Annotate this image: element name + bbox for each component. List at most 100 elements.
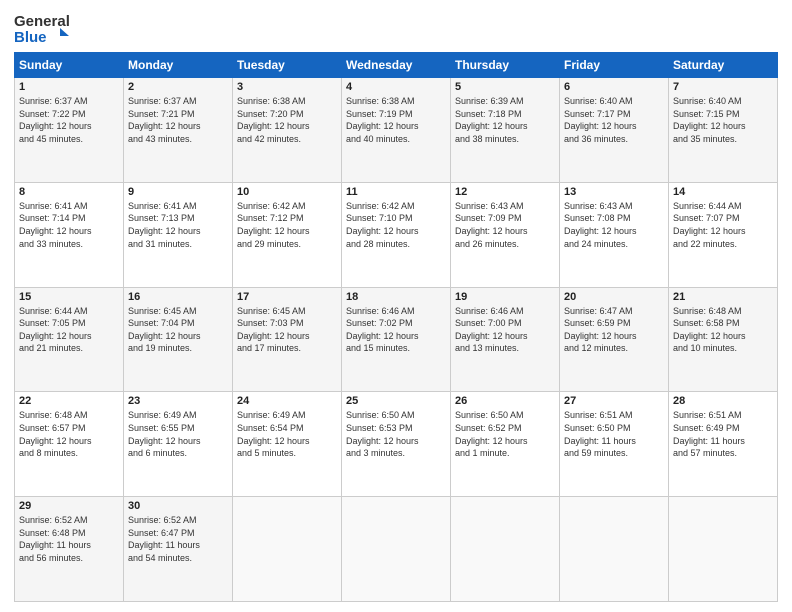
calendar-cell: 30Sunrise: 6:52 AM Sunset: 6:47 PM Dayli… — [124, 497, 233, 602]
calendar: SundayMondayTuesdayWednesdayThursdayFrid… — [14, 52, 778, 602]
day-info: Sunrise: 6:49 AM Sunset: 6:54 PM Dayligh… — [237, 409, 337, 459]
day-number: 10 — [237, 186, 337, 198]
day-number: 8 — [19, 186, 119, 198]
day-info: Sunrise: 6:38 AM Sunset: 7:19 PM Dayligh… — [346, 95, 446, 145]
calendar-col-header: Monday — [124, 53, 233, 78]
calendar-col-header: Tuesday — [233, 53, 342, 78]
day-info: Sunrise: 6:40 AM Sunset: 7:17 PM Dayligh… — [564, 95, 664, 145]
day-info: Sunrise: 6:42 AM Sunset: 7:10 PM Dayligh… — [346, 200, 446, 250]
calendar-week-row: 15 Sunrise: 6:44 AM Sunset: 7:05 PM Dayli… — [15, 287, 778, 392]
calendar-cell: 8 Sunrise: 6:41 AM Sunset: 7:14 PM Daylig… — [15, 182, 124, 287]
calendar-cell: 17 Sunrise: 6:45 AM Sunset: 7:03 PM Dayli… — [233, 287, 342, 392]
calendar-cell: 13 Sunrise: 6:43 AM Sunset: 7:08 PM Dayli… — [560, 182, 669, 287]
day-number: 27 — [564, 395, 664, 407]
day-info: Sunrise: 6:45 AM Sunset: 7:04 PM Dayligh… — [128, 305, 228, 355]
day-number: 4 — [346, 81, 446, 93]
day-number: 5 — [455, 81, 555, 93]
calendar-cell: 7 Sunrise: 6:40 AM Sunset: 7:15 PM Daylig… — [669, 78, 778, 183]
day-info: Sunrise: 6:52 AM Sunset: 6:48 PM Dayligh… — [19, 514, 119, 564]
calendar-cell: 3 Sunrise: 6:38 AM Sunset: 7:20 PM Daylig… — [233, 78, 342, 183]
calendar-col-header: Thursday — [451, 53, 560, 78]
calendar-header-row: SundayMondayTuesdayWednesdayThursdayFrid… — [15, 53, 778, 78]
calendar-cell: 27 Sunrise: 6:51 AM Sunset: 6:50 PM Dayli… — [560, 392, 669, 497]
day-info: Sunrise: 6:47 AM Sunset: 6:59 PM Dayligh… — [564, 305, 664, 355]
day-number: 13 — [564, 186, 664, 198]
day-number: 19 — [455, 291, 555, 303]
day-number: 7 — [673, 81, 773, 93]
calendar-week-row: 29 Sunrise: 6:52 AM Sunset: 6:48 PM Dayli… — [15, 497, 778, 602]
day-number: 30 — [128, 500, 228, 512]
day-number: 25 — [346, 395, 446, 407]
day-info: Sunrise: 6:42 AM Sunset: 7:12 PM Dayligh… — [237, 200, 337, 250]
calendar-cell: 24Sunrise: 6:49 AM Sunset: 6:54 PM Dayli… — [233, 392, 342, 497]
calendar-cell: 23 Sunrise: 6:49 AM Sunset: 6:55 PM Dayli… — [124, 392, 233, 497]
header: GeneralBlue — [14, 10, 778, 46]
calendar-cell: 29 Sunrise: 6:52 AM Sunset: 6:48 PM Dayli… — [15, 497, 124, 602]
calendar-week-row: 22 Sunrise: 6:48 AM Sunset: 6:57 PM Dayli… — [15, 392, 778, 497]
day-info: Sunrise: 6:48 AM Sunset: 6:57 PM Dayligh… — [19, 409, 119, 459]
day-info: Sunrise: 6:50 AM Sunset: 6:53 PM Dayligh… — [346, 409, 446, 459]
day-info: Sunrise: 6:46 AM Sunset: 7:02 PM Dayligh… — [346, 305, 446, 355]
day-number: 22 — [19, 395, 119, 407]
logo-svg: GeneralBlue — [14, 10, 72, 46]
calendar-cell: 12 Sunrise: 6:43 AM Sunset: 7:09 PM Dayli… — [451, 182, 560, 287]
day-number: 6 — [564, 81, 664, 93]
day-info: Sunrise: 6:46 AM Sunset: 7:00 PM Dayligh… — [455, 305, 555, 355]
day-number: 12 — [455, 186, 555, 198]
calendar-cell — [669, 497, 778, 602]
day-number: 28 — [673, 395, 773, 407]
calendar-cell: 10 Sunrise: 6:42 AM Sunset: 7:12 PM Dayli… — [233, 182, 342, 287]
svg-text:Blue: Blue — [14, 29, 47, 46]
calendar-cell: 16 Sunrise: 6:45 AM Sunset: 7:04 PM Dayli… — [124, 287, 233, 392]
day-info: Sunrise: 6:50 AM Sunset: 6:52 PM Dayligh… — [455, 409, 555, 459]
day-info: Sunrise: 6:44 AM Sunset: 7:05 PM Dayligh… — [19, 305, 119, 355]
day-number: 16 — [128, 291, 228, 303]
day-number: 1 — [19, 81, 119, 93]
calendar-cell — [233, 497, 342, 602]
day-info: Sunrise: 6:49 AM Sunset: 6:55 PM Dayligh… — [128, 409, 228, 459]
calendar-cell: 20 Sunrise: 6:47 AM Sunset: 6:59 PM Dayli… — [560, 287, 669, 392]
calendar-week-row: 1Sunrise: 6:37 AM Sunset: 7:22 PM Daylig… — [15, 78, 778, 183]
day-info: Sunrise: 6:45 AM Sunset: 7:03 PM Dayligh… — [237, 305, 337, 355]
calendar-cell: 11 Sunrise: 6:42 AM Sunset: 7:10 PM Dayli… — [342, 182, 451, 287]
svg-text:General: General — [14, 13, 70, 30]
day-number: 3 — [237, 81, 337, 93]
day-info: Sunrise: 6:39 AM Sunset: 7:18 PM Dayligh… — [455, 95, 555, 145]
calendar-cell: 4 Sunrise: 6:38 AM Sunset: 7:19 PM Daylig… — [342, 78, 451, 183]
day-number: 23 — [128, 395, 228, 407]
day-info: Sunrise: 6:41 AM Sunset: 7:14 PM Dayligh… — [19, 200, 119, 250]
day-number: 17 — [237, 291, 337, 303]
calendar-cell: 25 Sunrise: 6:50 AM Sunset: 6:53 PM Dayli… — [342, 392, 451, 497]
day-number: 20 — [564, 291, 664, 303]
day-info: Sunrise: 6:51 AM Sunset: 6:50 PM Dayligh… — [564, 409, 664, 459]
day-number: 2 — [128, 81, 228, 93]
calendar-col-header: Sunday — [15, 53, 124, 78]
calendar-cell: 22 Sunrise: 6:48 AM Sunset: 6:57 PM Dayli… — [15, 392, 124, 497]
calendar-col-header: Wednesday — [342, 53, 451, 78]
calendar-cell: 2Sunrise: 6:37 AM Sunset: 7:21 PM Daylig… — [124, 78, 233, 183]
calendar-cell: 19 Sunrise: 6:46 AM Sunset: 7:00 PM Dayli… — [451, 287, 560, 392]
calendar-cell — [560, 497, 669, 602]
day-info: Sunrise: 6:38 AM Sunset: 7:20 PM Dayligh… — [237, 95, 337, 145]
page: GeneralBlue SundayMondayTuesdayWednesday… — [0, 0, 792, 612]
calendar-cell: 6 Sunrise: 6:40 AM Sunset: 7:17 PM Daylig… — [560, 78, 669, 183]
day-number: 11 — [346, 186, 446, 198]
day-info: Sunrise: 6:44 AM Sunset: 7:07 PM Dayligh… — [673, 200, 773, 250]
day-info: Sunrise: 6:43 AM Sunset: 7:09 PM Dayligh… — [455, 200, 555, 250]
calendar-cell: 18Sunrise: 6:46 AM Sunset: 7:02 PM Dayli… — [342, 287, 451, 392]
day-info: Sunrise: 6:43 AM Sunset: 7:08 PM Dayligh… — [564, 200, 664, 250]
day-number: 9 — [128, 186, 228, 198]
day-number: 29 — [19, 500, 119, 512]
day-info: Sunrise: 6:40 AM Sunset: 7:15 PM Dayligh… — [673, 95, 773, 145]
calendar-cell: 1Sunrise: 6:37 AM Sunset: 7:22 PM Daylig… — [15, 78, 124, 183]
calendar-cell: 5 Sunrise: 6:39 AM Sunset: 7:18 PM Daylig… — [451, 78, 560, 183]
day-number: 14 — [673, 186, 773, 198]
day-info: Sunrise: 6:41 AM Sunset: 7:13 PM Dayligh… — [128, 200, 228, 250]
calendar-cell: 26Sunrise: 6:50 AM Sunset: 6:52 PM Dayli… — [451, 392, 560, 497]
calendar-cell: 14 Sunrise: 6:44 AM Sunset: 7:07 PM Dayli… — [669, 182, 778, 287]
calendar-cell: 15 Sunrise: 6:44 AM Sunset: 7:05 PM Dayli… — [15, 287, 124, 392]
calendar-col-header: Saturday — [669, 53, 778, 78]
day-number: 15 — [19, 291, 119, 303]
calendar-cell — [451, 497, 560, 602]
calendar-cell: 9 Sunrise: 6:41 AM Sunset: 7:13 PM Daylig… — [124, 182, 233, 287]
